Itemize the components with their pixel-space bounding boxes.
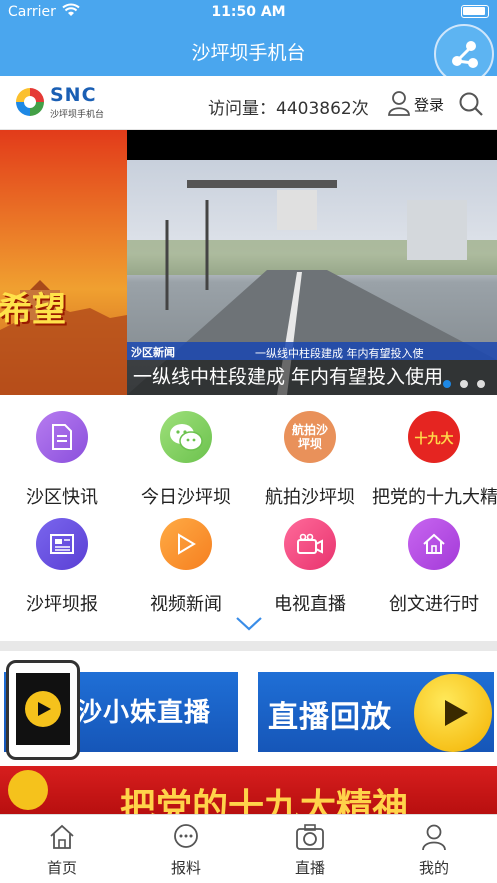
login-link[interactable]: 登录 bbox=[414, 94, 444, 115]
phone-icon bbox=[6, 660, 80, 760]
play-icon bbox=[160, 518, 212, 570]
tab-home[interactable]: 首页 bbox=[0, 823, 124, 878]
grid-item-aerial[interactable]: 航拍沙坪坝 航拍沙坪坝 bbox=[248, 411, 372, 509]
banner-caption: 一纵线中柱段建成 年内有望投入使用 bbox=[133, 366, 444, 388]
grid-item-congress[interactable]: 十九大 把党的十九大精神 bbox=[372, 411, 497, 509]
grid-item-tv-live[interactable]: 电视直播 bbox=[248, 518, 372, 616]
share-button[interactable] bbox=[434, 24, 494, 84]
party-banner[interactable]: 把党的十九大精神 bbox=[0, 766, 497, 814]
grid-label: 沙区快讯 bbox=[26, 487, 98, 508]
aerial-badge-text: 航拍沙坪坝 bbox=[291, 423, 328, 451]
grid-item-video-news[interactable]: 视频新闻 bbox=[124, 518, 248, 616]
page-title: 沙坪坝手机台 bbox=[191, 42, 306, 64]
camera-icon bbox=[296, 824, 324, 850]
banner-prev-text: 希望 bbox=[0, 290, 66, 330]
tv-ticker: 一纵线中柱段建成 年内有望投入使 bbox=[255, 347, 424, 360]
tab-live[interactable]: 直播 bbox=[248, 823, 372, 878]
party-emblem-icon bbox=[8, 770, 48, 810]
live-promo-text: 沙小妹直播 bbox=[76, 698, 212, 728]
tab-label: 直播 bbox=[294, 859, 325, 877]
home-icon bbox=[50, 824, 74, 849]
grid-label: 把党的十九大精神 bbox=[372, 487, 497, 508]
tab-bar: 首页 报料 直播 我的 bbox=[0, 814, 497, 883]
banner-carousel[interactable]: 希望 沙区新闻 一纵线中柱段建成 年内有望投入使 一纵线中柱段建成 年内有望投入… bbox=[0, 130, 497, 395]
grid-item-today[interactable]: 今日沙坪坝 bbox=[124, 411, 248, 509]
tab-label: 报料 bbox=[170, 859, 201, 877]
clock: 11:50 AM bbox=[211, 4, 286, 20]
camera-icon bbox=[284, 518, 336, 570]
grid-label: 航拍沙坪坝 bbox=[265, 487, 355, 508]
tab-label: 首页 bbox=[46, 859, 77, 877]
grid-item-civilization[interactable]: 创文进行时 bbox=[372, 518, 496, 616]
status-bar: Carrier 11:50 AM bbox=[0, 0, 497, 24]
congress-badge-text: 十九大 bbox=[414, 431, 454, 447]
user-icon bbox=[422, 824, 446, 851]
snc-logo[interactable] bbox=[12, 84, 48, 120]
logo-subtitle: 沙坪坝手机台 bbox=[50, 110, 105, 120]
chat-icon bbox=[174, 824, 198, 848]
aerial-badge-icon: 航拍沙坪坝 bbox=[284, 411, 336, 463]
tab-mine[interactable]: 我的 bbox=[372, 823, 496, 878]
grid-label: 创文进行时 bbox=[389, 594, 479, 615]
logo-text: SNC bbox=[50, 84, 97, 106]
carousel-dots bbox=[443, 373, 497, 395]
home-icon bbox=[408, 518, 460, 570]
replay-promo-text: 直播回放 bbox=[268, 700, 392, 735]
nineteenth-congress-icon: 十九大 bbox=[408, 411, 460, 463]
newspaper-icon bbox=[36, 518, 88, 570]
tab-report[interactable]: 报料 bbox=[124, 823, 248, 878]
banner-slide-prev[interactable]: 希望 bbox=[0, 130, 127, 395]
grid-label: 今日沙坪坝 bbox=[141, 487, 231, 508]
party-banner-text: 把党的十九大精神 bbox=[120, 787, 409, 815]
tv-channel-logo: 沙区新闻 bbox=[131, 346, 175, 359]
play-button-icon bbox=[414, 674, 492, 752]
wechat-icon bbox=[160, 411, 212, 463]
site-header: SNC 沙坪坝手机台 访问量：4403862次 登录 bbox=[0, 76, 497, 130]
user-icon[interactable] bbox=[387, 90, 411, 120]
document-icon bbox=[36, 411, 88, 463]
grid-item-news-flash[interactable]: 沙区快讯 bbox=[0, 411, 124, 509]
grid-label: 视频新闻 bbox=[150, 594, 222, 615]
battery-icon bbox=[461, 5, 489, 18]
grid-label: 沙坪坝报 bbox=[26, 594, 98, 615]
expand-chevron-icon[interactable] bbox=[234, 614, 264, 636]
grid-item-newspaper[interactable]: 沙坪坝报 bbox=[0, 518, 124, 616]
grid-label: 电视直播 bbox=[274, 594, 346, 615]
visit-counter: 访问量：4403862次 bbox=[208, 99, 369, 119]
nav-bar: 沙坪坝手机台 bbox=[0, 24, 497, 76]
banner-slide-current[interactable]: 沙区新闻 一纵线中柱段建成 年内有望投入使 一纵线中柱段建成 年内有望投入使用 bbox=[127, 130, 497, 395]
section-divider bbox=[0, 641, 497, 651]
search-icon[interactable] bbox=[458, 91, 484, 121]
tab-label: 我的 bbox=[418, 859, 449, 877]
share-icon bbox=[452, 41, 478, 68]
